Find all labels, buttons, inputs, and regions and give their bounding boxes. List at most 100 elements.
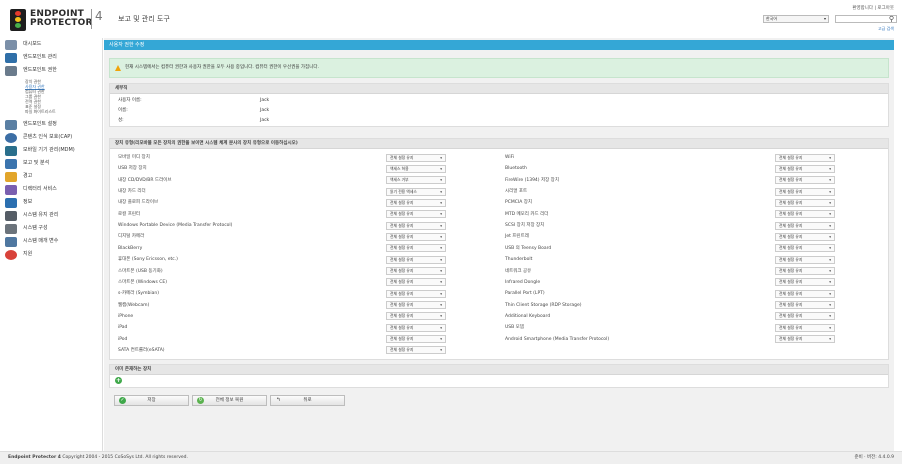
- chevron-down-icon: ▾: [829, 257, 831, 262]
- custom-devices-heading: 이미 존재하는 장치: [110, 365, 888, 375]
- chevron-down-icon: ▾: [829, 212, 831, 217]
- device-name: Thunderbolt: [505, 257, 533, 263]
- add-device-icon[interactable]: +: [115, 377, 122, 384]
- sidebar-item-endpoint-management[interactable]: 엔드포인트 관리: [0, 51, 102, 64]
- sidebar-item-support[interactable]: 지원: [0, 248, 102, 261]
- save-icon: ✓: [119, 397, 126, 404]
- language-select[interactable]: 한국어 ▾: [763, 15, 829, 23]
- sidebar-item-cap[interactable]: 콘텐츠 인식 보호(CAP): [0, 131, 102, 144]
- top-links[interactable]: 환영합니다 | 로그아웃: [852, 5, 894, 11]
- device-permission-select[interactable]: 전체 설정 유지 ▾: [775, 244, 835, 253]
- device-name: Additional Keyboard: [505, 313, 551, 319]
- device-permission-select[interactable]: 전체 설정 유지 ▾: [775, 301, 835, 310]
- parameters-icon: [5, 237, 17, 247]
- device-row: Infrared Dongle 전체 설정 유지 ▾: [110, 277, 890, 288]
- search-input[interactable]: ⚲: [835, 15, 897, 23]
- gear-icon: [5, 224, 17, 234]
- device-name: Android Smartphone (Media Transfer Proto…: [505, 336, 610, 342]
- user-details-heading: 세부직: [110, 84, 888, 94]
- device-row: Bluetooth 전체 설정 유지 ▾: [110, 163, 890, 174]
- reset-button[interactable]: ↻ 전체 정보 복원: [192, 395, 267, 406]
- tools-icon: [5, 120, 17, 130]
- device-permission-select[interactable]: 전체 설정 유지 ▾: [775, 289, 835, 298]
- chevron-down-icon: ▾: [829, 314, 831, 319]
- device-row: SATA 컨트롤러(eSATA) 전체 설정 유지 ▾: [110, 345, 890, 356]
- device-name: WiFi: [505, 155, 515, 160]
- device-permission-select[interactable]: 전체 설정 유지 ▾: [775, 323, 835, 332]
- device-permission-select[interactable]: 전체 설정 유지 ▾: [775, 187, 835, 196]
- device-permission-select[interactable]: 전체 설정 유지 ▾: [775, 278, 835, 287]
- device-name: MTD 메모리 카드 리더: [505, 211, 549, 217]
- chevron-down-icon: ▾: [829, 325, 831, 330]
- sidebar-item-mdm[interactable]: 모바일 기기 관리(MDM): [0, 144, 102, 157]
- device-name: USB 모뎀: [505, 325, 524, 331]
- device-name: Infrared Dongle: [505, 279, 541, 285]
- footer: Endpoint Protector 4 Copyright 2004 - 20…: [0, 451, 902, 464]
- sidebar-item-dashboard[interactable]: 대시보드: [0, 38, 102, 51]
- reports-icon: [5, 159, 17, 169]
- device-permission-select[interactable]: 전체 설정 유지 ▾: [386, 346, 446, 355]
- device-row: 네트워크 공유 전체 설정 유지 ▾: [110, 266, 890, 277]
- user-detail-row: 성: Jack: [118, 118, 270, 123]
- back-button[interactable]: ↰ 뒤로: [270, 395, 345, 406]
- sidebar-item-alerts[interactable]: 경고: [0, 170, 102, 183]
- device-permission-select[interactable]: 전체 설정 유지 ▾: [775, 267, 835, 275]
- sidebar-item-parameters[interactable]: 시스템 매개 변수: [0, 235, 102, 248]
- sidebar-item-endpoint-settings[interactable]: 엔드포인트 설정: [0, 118, 102, 131]
- chevron-down-icon: ▾: [829, 178, 831, 183]
- device-row: MTD 메모리 카드 리더 전체 설정 유지 ▾: [110, 209, 890, 220]
- device-permission-select[interactable]: 전체 설정 유지 ▾: [775, 164, 835, 173]
- device-permission-select[interactable]: 전체 설정 유지 ▾: [775, 255, 835, 264]
- sidebar-item-maintenance[interactable]: 시스템 유지 관리: [0, 209, 102, 222]
- footer-brand: Endpoint Protector 4: [8, 455, 61, 460]
- user-detail-row: 사용자 이름: Jack: [118, 98, 270, 103]
- chevron-down-icon: ▾: [829, 246, 831, 251]
- wrench-icon: [5, 211, 17, 221]
- device-rights-panel: 장치 유형(리모바블 모든 장치의 권한을 보이면 시스템 체계 분사의 장치 …: [109, 138, 889, 360]
- device-name: 시리얼 포트: [505, 189, 528, 195]
- advanced-search-link[interactable]: 고급 검색: [878, 26, 894, 32]
- device-name: Parallel Port (LPT): [505, 291, 545, 297]
- device-name: SCSI 장치 저장 장치: [505, 223, 545, 229]
- device-permission-select[interactable]: 전체 설정 유지 ▾: [775, 221, 835, 230]
- sidebar-item-reports[interactable]: 보고 및 분석: [0, 157, 102, 170]
- device-permission-select[interactable]: 전체 설정 유지 ▾: [775, 198, 835, 207]
- device-name: USB 의 Teensy Board: [505, 245, 552, 251]
- content-aware-icon: [5, 133, 17, 143]
- sidebar-subitem-file-whitelist[interactable]: 파일 화이트리스트: [0, 109, 102, 114]
- sidebar: 대시보드 엔드포인트 관리 엔드포인트 권한 장치 권한 사용자 권한 컴퓨터 …: [0, 38, 103, 451]
- device-row: USB 의 Teensy Board 전체 설정 유지 ▾: [110, 243, 890, 254]
- sidebar-submenu: 장치 권한 사용자 권한 컴퓨터 권한 그룹 권한 전역 권한 표준 설정 파일…: [0, 77, 102, 118]
- chevron-down-icon: ▾: [829, 234, 831, 239]
- logo-version: 4: [91, 9, 103, 29]
- device-permission-select[interactable]: 전체 설정 유지 ▾: [775, 176, 835, 185]
- user-rights-icon: [5, 66, 17, 76]
- sidebar-item-info[interactable]: 정보: [0, 196, 102, 209]
- device-row: 시리얼 포트 전체 설정 유지 ▾: [110, 186, 890, 197]
- device-permission-select[interactable]: 전체 설정 유지 ▾: [775, 232, 835, 241]
- user-detail-row: 이름: Jack: [118, 108, 270, 113]
- logo-text: ENDPOINT PROTECTOR: [30, 9, 93, 28]
- device-row: FireWire (1394) 저장 장치 전체 설정 유지 ▾: [110, 175, 890, 186]
- device-permission-select[interactable]: 전체 설정 유지 ▾: [775, 335, 835, 344]
- device-permission-select[interactable]: 전체 설정 유지 ▾: [775, 312, 835, 321]
- save-button[interactable]: ✓ 저장: [114, 395, 189, 406]
- device-row: Parallel Port (LPT) 전체 설정 유지 ▾: [110, 288, 890, 299]
- mobile-device-icon: [5, 146, 17, 156]
- user-details-panel: 세부직 사용자 이름: Jack 이름: Jack 성: Jack: [109, 83, 889, 127]
- monitor-icon: [5, 53, 17, 63]
- device-row: Thunderbolt 전체 설정 유지 ▾: [110, 254, 890, 265]
- sidebar-item-directory[interactable]: 디렉터리 서비스: [0, 183, 102, 196]
- device-row: WiFi 전체 설정 유지 ▾: [110, 152, 890, 163]
- device-permission-select[interactable]: 전체 설정 유지 ▾: [775, 210, 835, 219]
- device-row: Jet 프린트레 전체 설정 유지 ▾: [110, 231, 890, 242]
- info-icon: [5, 198, 17, 208]
- sidebar-item-configuration[interactable]: 시스템 구성: [0, 222, 102, 235]
- search-icon[interactable]: ⚲: [889, 15, 894, 23]
- device-row: SCSI 장치 저장 장치 전체 설정 유지 ▾: [110, 220, 890, 231]
- device-row: Additional Keyboard 전체 설정 유지 ▾: [110, 311, 890, 322]
- device-permission-select[interactable]: 전체 설정 유지 ▾: [775, 153, 835, 162]
- app-header: ENDPOINT PROTECTOR 4 보고 및 관리 도구 환영합니다 | …: [0, 0, 902, 38]
- device-name: Jet 프린트레: [505, 234, 529, 240]
- sidebar-item-endpoint-rights[interactable]: 엔드포인트 권한: [0, 64, 102, 77]
